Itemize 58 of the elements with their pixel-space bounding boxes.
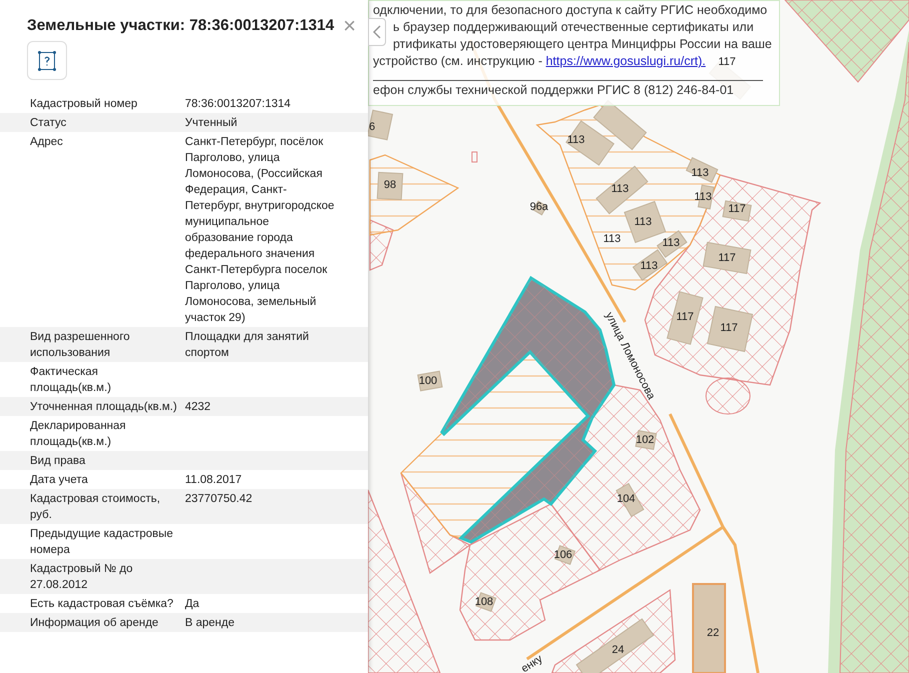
notice-text: одключении, то для безопасного доступа к сайту РГИС необходимо [373,2,768,19]
attribute-label: Кадастровый № до 27.08.2012 [30,562,134,592]
notice-text: устройство (см. инструкцию - https://www.gosuslugi.ru/crt). [373,53,706,70]
attribute-value: Да [185,596,200,612]
parcel-number: 113 [567,134,585,146]
parcel-number: 113 [634,216,652,228]
parcel-number: 113 [691,167,709,179]
panel-title: Земельные участки: 78:36:0013207:1314 [27,16,334,36]
attribute-label: Уточненная площадь(кв.м.) [30,400,178,414]
parcel-number: 117 [720,322,738,334]
attribute-label: Фактическая площадь(кв.м.) [30,364,112,396]
parcel-number: 96а [530,201,548,213]
parcel-number: 113 [603,233,621,245]
attribute-label: Кадастровая стоимость, руб. [30,492,162,522]
parcel-number: 117 [728,203,746,215]
attribute-label: Дата учета [30,472,89,488]
parcel-number: 117 [718,56,736,68]
parcel-number: 98 [384,179,396,191]
parcel-number: 6 [368,121,376,133]
parcel-number: 117 [676,311,694,323]
notice-text: ртификаты удостоверяющего центра Минцифры России на ваше [393,36,772,53]
attribute-label: Вид права [30,454,86,468]
collapse-panel-button[interactable] [368,18,386,46]
parcel-number: 113 [694,191,712,203]
attribute-label: Декларированная площадь(кв.м.) [30,418,127,450]
attribute-value: 78:36:0013207:1314 [185,96,292,112]
attribute-label: Информация об аренде [30,616,160,630]
street-name: енку [519,652,545,673]
parcel-number: 100 [418,375,438,387]
attribute-label: Предыдущие кадастровые номера [30,526,174,558]
parcel-number: 113 [611,183,629,195]
attribute-label: Вид разрешенного использования [30,330,131,360]
dotted-square-icon [38,50,56,70]
attribute-value: 11.08.2017 [185,472,243,488]
attribute-value: В аренде [185,616,236,630]
attribute-value: Площадки для занятий спортом [185,330,310,360]
notice-text: ефон службы технической поддержки РГИС 8 (812) 246-84-01 [373,80,763,99]
attribute-value: Санкт-Петербург, посёлок Парголово, улица Ломоносова, (Российская Федерация, Санкт-Петербург, внутригородское муниципальное образование города федерального значения Санкт-Петербурга поселок Парголово, улица Ломоносова, земельный участок 29) [185,134,336,326]
attribute-label: Адрес [30,134,64,150]
instruction-link[interactable]: https://www.gosuslugi.ru/crt). [546,54,706,68]
parcel-number: 104 [616,493,636,505]
parcel-number: 113 [640,260,658,272]
chevron-left-icon [373,25,381,39]
parcel-number: 117 [718,252,736,264]
attribute-label: Статус [30,116,68,130]
parcel-number: 22 [706,627,720,639]
attribute-value: 23770750.42 [185,492,254,506]
parcel-number: 106 [554,549,572,561]
attribute-value: Учтенный [185,116,238,130]
parcel-number: 113 [662,237,680,249]
attribute-value: 4232 [185,400,212,414]
parcel-boundary-button[interactable] [27,41,67,80]
parcel-number: 24 [612,644,624,656]
notice-text: ь браузер поддерживающий отечественные сертификаты или [393,19,754,36]
parcel-number: 108 [474,596,494,608]
attribute-label: Кадастровый номер [30,96,138,112]
parcel-number: 102 [636,434,654,446]
attribute-label: Есть кадастровая съёмка? [30,596,174,612]
